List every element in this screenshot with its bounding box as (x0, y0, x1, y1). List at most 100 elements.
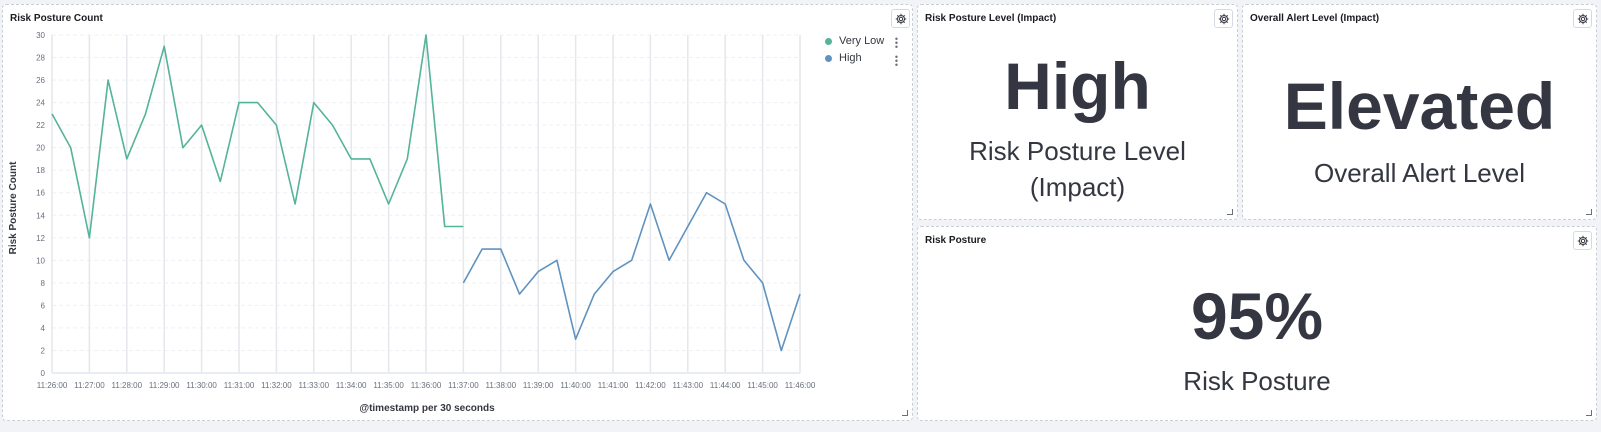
resize-handle-icon[interactable] (1227, 209, 1233, 215)
data-point[interactable] (368, 157, 372, 161)
x-tick-label: 11:39:00 (523, 381, 554, 390)
overall-alert-level-panel: Overall Alert Level (Impact) Elevated Ov… (1242, 4, 1597, 220)
data-point[interactable] (87, 236, 91, 240)
x-tick-label: 11:26:00 (37, 381, 68, 390)
y-tick-label: 14 (36, 211, 45, 220)
x-tick-label: 11:28:00 (112, 381, 143, 390)
data-point[interactable] (536, 269, 540, 273)
data-point[interactable] (349, 157, 353, 161)
y-tick-label: 6 (41, 301, 46, 310)
x-tick-label: 11:38:00 (486, 381, 517, 390)
y-axis-label: Risk Posture Count (8, 161, 19, 254)
data-point[interactable] (686, 224, 690, 228)
data-point[interactable] (424, 33, 428, 37)
y-tick-label: 28 (36, 54, 45, 63)
data-point[interactable] (293, 202, 297, 206)
data-point[interactable] (798, 292, 802, 296)
gear-icon (1218, 13, 1229, 24)
data-point[interactable] (461, 224, 465, 228)
panel-options-button[interactable] (1214, 9, 1233, 28)
x-tick-label: 11:43:00 (673, 381, 704, 390)
y-tick-label: 26 (36, 76, 45, 85)
data-point[interactable] (648, 202, 652, 206)
data-point[interactable] (256, 100, 260, 104)
x-tick-label: 11:40:00 (560, 381, 591, 390)
data-point[interactable] (517, 292, 521, 296)
data-point[interactable] (499, 247, 503, 251)
resize-handle-icon[interactable] (902, 410, 908, 416)
data-point[interactable] (69, 145, 73, 149)
x-tick-label: 11:34:00 (336, 381, 367, 390)
data-point[interactable] (330, 123, 334, 127)
x-tick-label: 11:31:00 (224, 381, 255, 390)
data-point[interactable] (742, 258, 746, 262)
data-point[interactable] (199, 123, 203, 127)
data-point[interactable] (237, 100, 241, 104)
y-tick-label: 18 (36, 166, 45, 175)
data-point[interactable] (480, 247, 484, 251)
risk-posture-level-panel: Risk Posture Level (Impact) High Risk Po… (917, 4, 1238, 220)
line-chart: 024681012141618202224262830 11:26:00 11:2… (8, 31, 816, 414)
data-point[interactable] (461, 281, 465, 285)
legend-color-dot (825, 54, 832, 62)
data-point[interactable] (573, 337, 577, 341)
data-point[interactable] (312, 100, 316, 104)
data-point[interactable] (630, 258, 634, 262)
x-tick-label: 11:42:00 (635, 381, 666, 390)
metric-label: Overall Alert Level (1314, 158, 1525, 188)
y-tick-label: 0 (41, 369, 46, 378)
panel-options-button[interactable] (1573, 9, 1592, 28)
x-tick-label: 11:32:00 (261, 381, 292, 390)
data-point[interactable] (106, 78, 110, 82)
y-tick-label: 4 (41, 324, 46, 333)
x-tick-label: 11:33:00 (299, 381, 330, 390)
vertical-dots-icon[interactable]: • • • (892, 35, 900, 52)
x-tick-label: 11:36:00 (411, 381, 442, 390)
data-point[interactable] (405, 157, 409, 161)
data-point[interactable] (555, 258, 559, 262)
metric-label-line2: (Impact) (1029, 172, 1126, 203)
series-line-very-low[interactable] (51, 34, 464, 239)
data-point[interactable] (611, 269, 615, 273)
vertical-dots-icon[interactable]: • • • (892, 53, 900, 70)
risk-posture-panel: Risk Posture 95% Risk Posture (917, 226, 1597, 421)
data-point[interactable] (143, 112, 147, 116)
y-tick-label: 12 (36, 234, 45, 243)
x-tick-label: 11:29:00 (149, 381, 180, 390)
metric-value: Elevated (1283, 69, 1556, 143)
x-tick-label: 11:37:00 (448, 381, 479, 390)
metric-label-line1: Risk Posture Level (969, 136, 1186, 166)
legend-label: Very Low (839, 35, 885, 47)
risk-posture-count-panel: Risk Posture Count 0 2 4 6 8 10 12 14 16 18 20 22 24… (2, 4, 913, 421)
data-point[interactable] (592, 292, 596, 296)
data-point[interactable] (667, 258, 671, 262)
resize-handle-icon[interactable] (1586, 209, 1592, 215)
data-point[interactable] (723, 202, 727, 206)
metric-label: Risk Posture (1183, 366, 1331, 396)
y-tick-label: 20 (36, 144, 45, 153)
x-tick-label: 11:44:00 (710, 381, 741, 390)
panel-options-button[interactable] (1573, 231, 1592, 250)
legend-item-very-low[interactable]: Very Low (825, 35, 884, 47)
data-point[interactable] (162, 44, 166, 48)
data-point[interactable] (218, 179, 222, 183)
y-tick-label: 24 (36, 99, 45, 108)
y-tick-label: 8 (41, 279, 46, 288)
data-point[interactable] (704, 191, 708, 195)
gear-icon (1577, 235, 1588, 246)
data-point[interactable] (181, 145, 185, 149)
data-point[interactable] (274, 123, 278, 127)
data-point[interactable] (50, 112, 54, 116)
data-point[interactable] (760, 281, 764, 285)
legend-label: High (839, 52, 862, 64)
data-point[interactable] (386, 202, 390, 206)
resize-handle-icon[interactable] (1586, 410, 1592, 416)
data-point[interactable] (779, 348, 783, 352)
series-line-high[interactable] (462, 191, 801, 352)
data-point[interactable] (125, 157, 129, 161)
x-axis-label: @timestamp per 30 seconds (359, 403, 495, 414)
y-tick-label: 22 (36, 121, 45, 130)
legend-item-high[interactable]: High (825, 52, 862, 64)
gear-icon (1577, 13, 1588, 24)
data-point[interactable] (443, 224, 447, 228)
